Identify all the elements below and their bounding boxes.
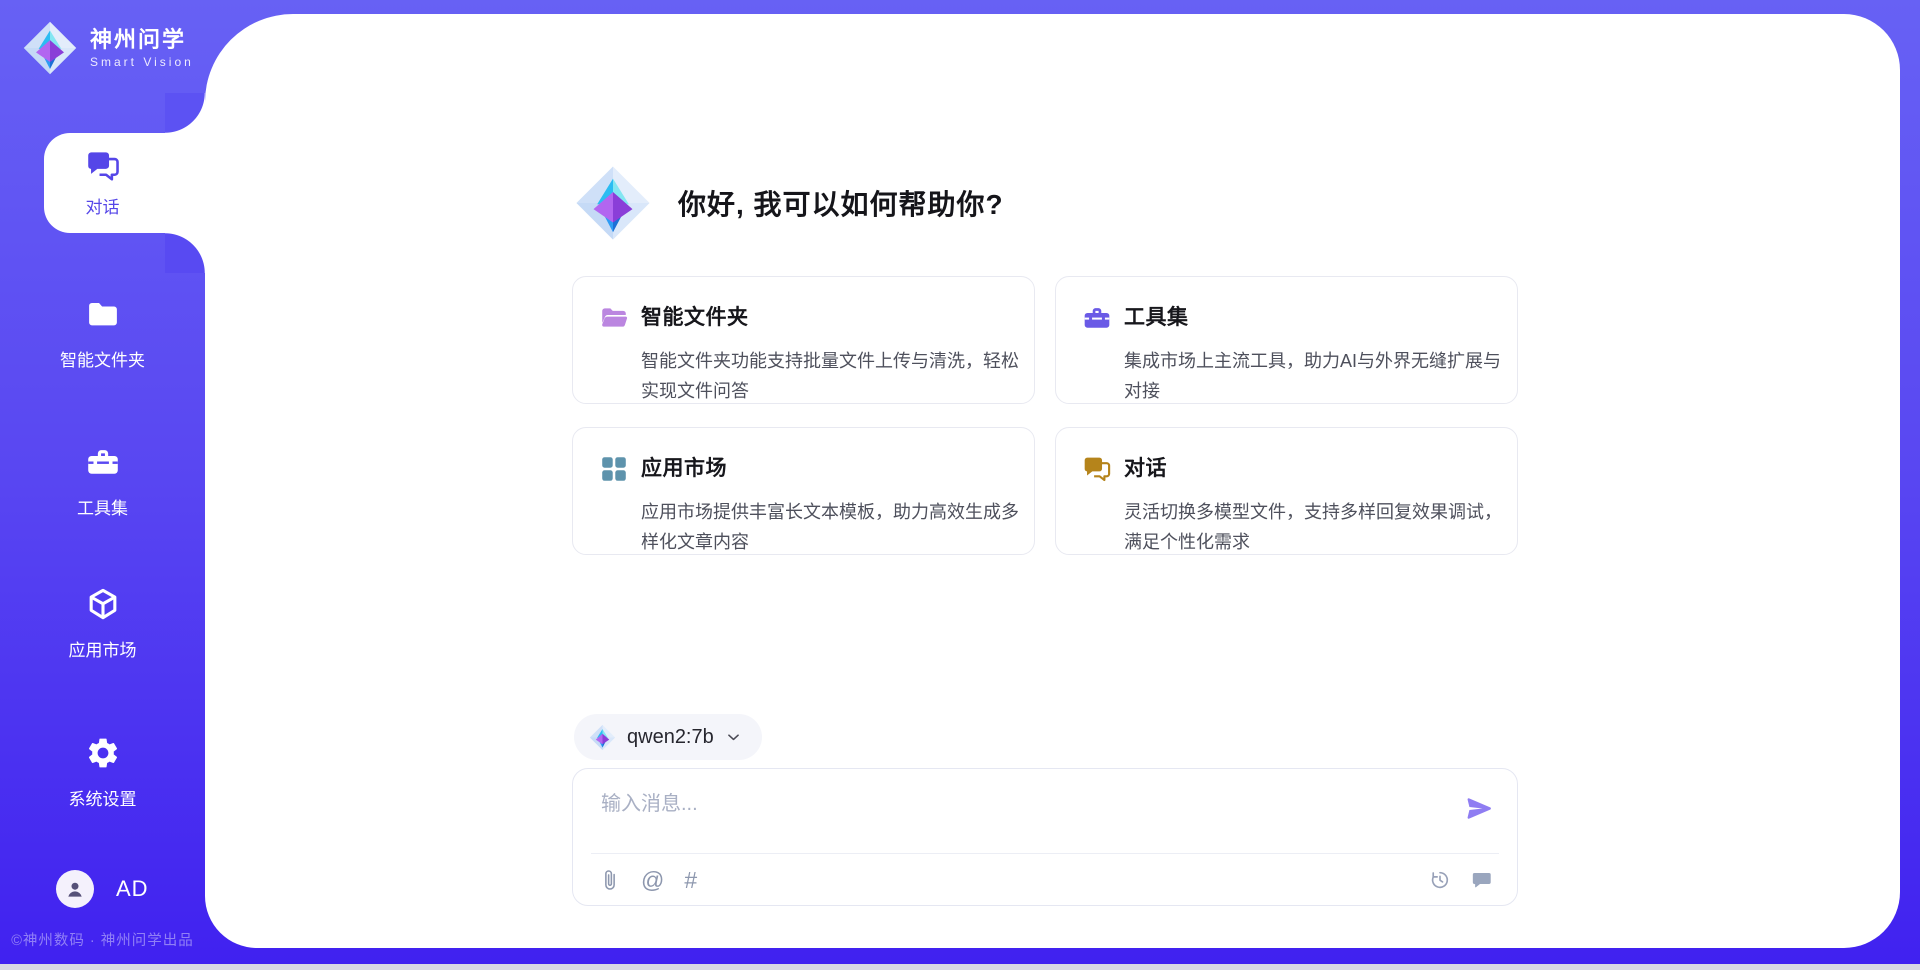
history-button[interactable] (1429, 869, 1451, 891)
feedback-chat-button[interactable] (1471, 869, 1493, 891)
toolbox-icon (1082, 303, 1112, 333)
sidebar-item-app-market[interactable]: 应用市场 (0, 586, 205, 661)
card-title: 应用市场 (641, 452, 1024, 482)
sidebar-item-chat[interactable]: 对话 (44, 133, 205, 233)
model-logo-icon (589, 724, 616, 751)
main-panel: 你好, 我可以如何帮助你? 智能文件夹 智能文件夹功能支持批量文件上传与清洗，轻… (205, 14, 1900, 948)
window-bottom-strip (0, 964, 1920, 970)
sidebar-item-label: 工具集 (0, 494, 205, 519)
brand: 神州问学 Smart Vision (22, 20, 194, 76)
sidebar-item-settings[interactable]: 系统设置 (0, 735, 205, 810)
history-icon (1429, 869, 1451, 891)
card-app-market[interactable]: 应用市场 应用市场提供丰富长文本模板，助力高效生成多样化文章内容 (572, 427, 1035, 555)
greeting: 你好, 我可以如何帮助你? (574, 164, 1004, 242)
folder-open-icon (599, 303, 629, 333)
feedback-chat-icon (1471, 869, 1493, 891)
avatar (56, 870, 94, 908)
message-input[interactable] (599, 785, 1433, 847)
sidebar-item-label: 对话 (86, 193, 120, 218)
brand-subtitle: Smart Vision (90, 55, 194, 69)
sidebar-item-smart-folder[interactable]: 智能文件夹 (0, 296, 205, 371)
chevron-down-icon (725, 729, 742, 746)
sidebar-item-label: 智能文件夹 (0, 346, 205, 371)
chat-bubbles-icon (1082, 454, 1112, 484)
attachment-icon (599, 869, 621, 891)
feature-cards: 智能文件夹 智能文件夹功能支持批量文件上传与清洗，轻松实现文件问答 工具集 集成… (572, 276, 1518, 555)
card-title: 对话 (1124, 452, 1507, 482)
gear-icon (85, 735, 121, 771)
model-name: qwen2:7b (627, 726, 714, 749)
grid-icon (599, 454, 629, 484)
composer-toolbar: @ # (599, 854, 1493, 906)
chat-bubbles-icon (85, 148, 121, 184)
attachment-button[interactable] (599, 869, 621, 891)
card-description: 智能文件夹功能支持批量文件上传与清洗，轻松实现文件问答 (641, 346, 1024, 406)
card-description: 集成市场上主流工具，助力AI与外界无缝扩展与对接 (1124, 346, 1507, 406)
card-toolset[interactable]: 工具集 集成市场上主流工具，助力AI与外界无缝扩展与对接 (1055, 276, 1518, 404)
user-profile[interactable]: AD (56, 870, 149, 908)
user-name: AD (116, 876, 149, 902)
card-title: 智能文件夹 (641, 301, 1024, 331)
brand-logo-icon (22, 20, 78, 76)
card-chat[interactable]: 对话 灵活切换多模型文件，支持多样回复效果调试，满足个性化需求 (1055, 427, 1518, 555)
sidebar: 神州问学 Smart Vision 对话 智能文件夹 工具集 (0, 0, 205, 964)
sidebar-item-toolset[interactable]: 工具集 (0, 444, 205, 519)
card-smart-folder[interactable]: 智能文件夹 智能文件夹功能支持批量文件上传与清洗，轻松实现文件问答 (572, 276, 1035, 404)
app-root: 神州问学 Smart Vision 对话 智能文件夹 工具集 (0, 0, 1920, 970)
cube-icon (85, 586, 121, 622)
message-composer: @ # (572, 768, 1518, 906)
mention-button[interactable]: @ (641, 869, 664, 892)
person-icon (63, 877, 87, 901)
sidebar-footer: ©神州数码 · 神州问学出品 (0, 929, 205, 950)
model-selector[interactable]: qwen2:7b (574, 714, 762, 760)
brand-title: 神州问学 (90, 27, 194, 52)
greeting-title: 你好, 我可以如何帮助你? (678, 183, 1004, 223)
sidebar-item-label: 系统设置 (0, 785, 205, 810)
card-description: 灵活切换多模型文件，支持多样回复效果调试，满足个性化需求 (1124, 497, 1507, 557)
send-icon (1465, 794, 1494, 823)
hashtag-button[interactable]: # (684, 869, 697, 892)
sidebar-item-label: 应用市场 (0, 636, 205, 661)
assistant-logo-icon (574, 164, 652, 242)
folder-icon (85, 296, 121, 332)
card-description: 应用市场提供丰富长文本模板，助力高效生成多样化文章内容 (641, 497, 1024, 557)
send-button[interactable] (1465, 794, 1494, 823)
toolbox-icon (85, 444, 121, 480)
card-title: 工具集 (1124, 301, 1507, 331)
